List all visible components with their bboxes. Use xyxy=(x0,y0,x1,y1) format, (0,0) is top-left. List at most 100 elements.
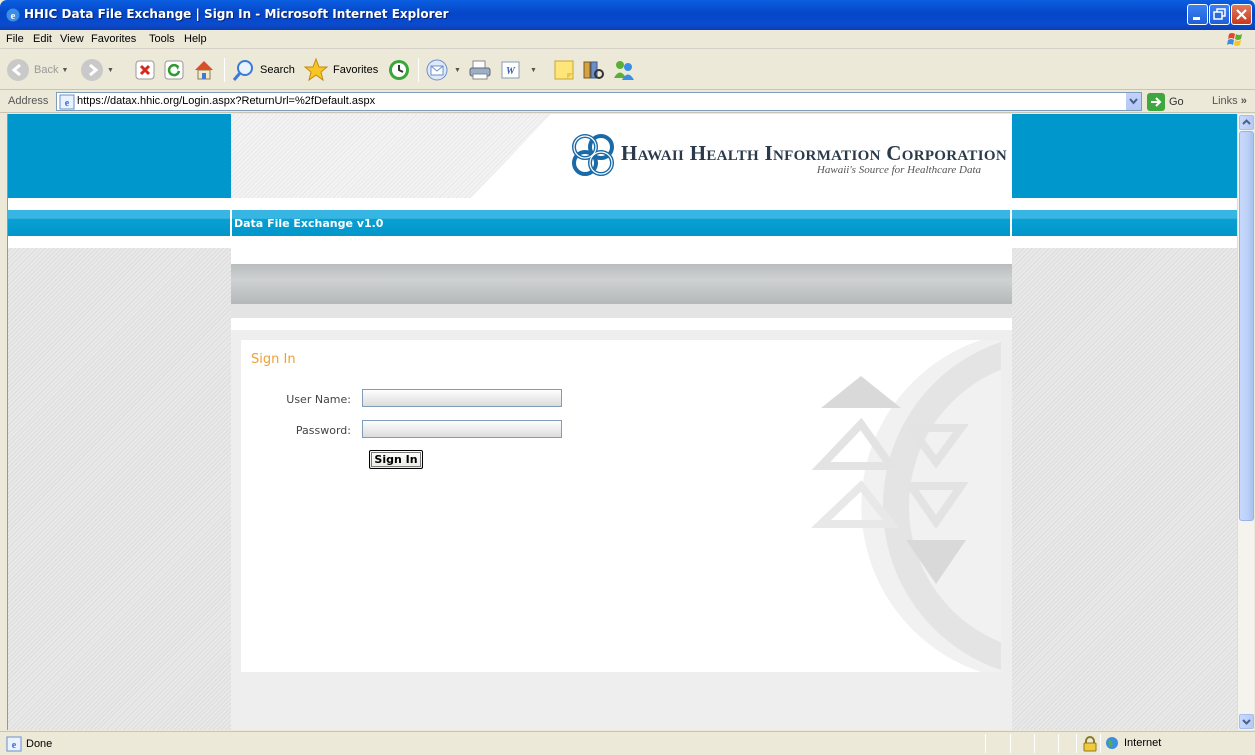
mail-button[interactable]: ▼ xyxy=(425,56,461,84)
status-divider xyxy=(1058,734,1059,753)
right-hatched-panel xyxy=(1012,248,1237,730)
chevron-down-icon xyxy=(1242,719,1251,725)
scroll-up-button[interactable] xyxy=(1239,115,1254,130)
address-dropdown-button[interactable] xyxy=(1125,93,1141,110)
watermark-graphic xyxy=(810,340,1001,672)
links-label: Links xyxy=(1212,95,1238,107)
status-bar: e Done Internet xyxy=(0,731,1255,755)
menu-view[interactable]: View xyxy=(60,33,84,45)
header-gap xyxy=(8,198,1237,210)
forward-button[interactable]: ▼ xyxy=(80,56,114,84)
chevron-right-icon: » xyxy=(1240,95,1247,107)
lock-icon[interactable] xyxy=(1083,736,1097,752)
scroll-thumb[interactable] xyxy=(1239,131,1254,521)
print-icon xyxy=(469,60,491,80)
favorites-button[interactable]: Favorites xyxy=(303,56,378,84)
stop-button[interactable] xyxy=(135,56,155,84)
history-button[interactable] xyxy=(387,56,411,84)
messenger-button[interactable] xyxy=(611,56,637,84)
username-input[interactable] xyxy=(362,389,562,407)
site-header: Hawaii Health Information Corporation Ha… xyxy=(231,114,1012,198)
search-label: Search xyxy=(260,64,295,76)
print-button[interactable] xyxy=(468,56,492,84)
status-divider xyxy=(985,734,986,753)
go-button[interactable]: Go xyxy=(1147,93,1184,111)
minimize-icon xyxy=(1193,17,1200,20)
edit-dropdown-icon[interactable]: ▼ xyxy=(530,67,537,74)
back-label: Back xyxy=(34,64,59,76)
svg-text:e: e xyxy=(65,98,70,109)
signin-panel: Sign In User Name: Password: Sign In xyxy=(241,340,1001,672)
username-label: User Name: xyxy=(286,393,351,406)
header-band-right xyxy=(1012,114,1237,198)
mail-icon xyxy=(426,59,448,81)
menu-edit[interactable]: Edit xyxy=(33,33,52,45)
go-label: Go xyxy=(1169,96,1184,108)
svg-text:e: e xyxy=(12,740,17,751)
forward-dropdown-icon[interactable]: ▼ xyxy=(107,67,114,74)
window-title: HHIC Data File Exchange | Sign In - Micr… xyxy=(24,7,449,21)
stop-icon xyxy=(135,60,155,80)
org-tagline: Hawaii's Source for Healthcare Data xyxy=(816,164,981,176)
back-button[interactable]: Back ▼ xyxy=(6,56,68,84)
content-gray-band-lower xyxy=(231,304,1012,318)
app-title: Data File Exchange v1.0 xyxy=(234,217,384,230)
toolbar-separator xyxy=(224,58,225,82)
signin-heading: Sign In xyxy=(251,352,296,367)
back-icon xyxy=(7,59,29,81)
page-viewport: Hawaii Health Information Corporation Ha… xyxy=(7,114,1237,730)
address-url: https://datax.hhic.org/Login.aspx?Return… xyxy=(77,95,376,107)
menu-help[interactable]: Help xyxy=(184,33,207,45)
content-white-strip xyxy=(231,318,1012,330)
edit-word-button[interactable]: W ▼ xyxy=(500,56,537,84)
menu-favorites[interactable]: Favorites xyxy=(91,33,136,45)
password-input[interactable] xyxy=(362,420,562,438)
search-icon xyxy=(232,60,253,81)
security-zone[interactable]: Internet xyxy=(1105,736,1161,750)
address-label: Address xyxy=(8,95,49,107)
menu-tools[interactable]: Tools xyxy=(149,33,175,45)
search-button[interactable]: Search xyxy=(232,56,295,84)
links-button[interactable]: Links » xyxy=(1212,95,1247,107)
hhic-logo-icon xyxy=(572,134,614,176)
title-bar[interactable]: e HHIC Data File Exchange | Sign In - Mi… xyxy=(0,0,1255,30)
header-band-left xyxy=(8,114,231,198)
scroll-down-button[interactable] xyxy=(1239,714,1254,729)
vertical-scrollbar[interactable] xyxy=(1237,114,1254,730)
password-label: Password: xyxy=(295,424,351,437)
mail-dropdown-icon[interactable]: ▼ xyxy=(454,67,461,74)
toolbar: Back ▼ ▼ Search Favorites ▼ W ▼ xyxy=(0,50,1255,90)
refresh-icon xyxy=(164,60,184,80)
nav-band xyxy=(8,210,1237,236)
svg-text:e: e xyxy=(11,10,16,22)
maximize-icon xyxy=(1213,8,1226,20)
minimize-button[interactable] xyxy=(1187,4,1208,25)
ie-icon: e xyxy=(6,8,20,22)
page-icon: e xyxy=(59,94,75,110)
home-icon xyxy=(195,61,213,80)
messenger-icon xyxy=(614,61,634,80)
signin-button[interactable]: Sign In xyxy=(369,450,423,469)
nav-divider xyxy=(230,210,232,236)
refresh-button[interactable] xyxy=(164,56,184,84)
restore-button[interactable] xyxy=(1209,4,1230,25)
address-input[interactable]: e https://datax.hhic.org/Login.aspx?Retu… xyxy=(56,92,1142,111)
status-text: Done xyxy=(26,738,53,750)
notes-button[interactable] xyxy=(553,56,575,84)
status-divider xyxy=(1010,734,1011,753)
toolbar-separator xyxy=(418,58,419,82)
favorites-star-icon xyxy=(303,57,329,82)
close-button[interactable] xyxy=(1231,4,1252,25)
back-dropdown-icon[interactable]: ▼ xyxy=(61,67,68,74)
left-hatched-panel xyxy=(8,248,231,730)
status-divider xyxy=(1100,734,1101,753)
home-button[interactable] xyxy=(192,56,216,84)
content-gray-band xyxy=(231,264,1012,304)
go-arrow-icon xyxy=(1147,93,1165,111)
favorites-label: Favorites xyxy=(333,64,379,76)
menu-file[interactable]: File xyxy=(6,33,24,45)
notes-icon xyxy=(554,60,574,80)
windows-flag-icon xyxy=(1227,33,1242,46)
content-area: Sign In User Name: Password: Sign In xyxy=(231,236,1012,730)
research-button[interactable] xyxy=(581,56,605,84)
